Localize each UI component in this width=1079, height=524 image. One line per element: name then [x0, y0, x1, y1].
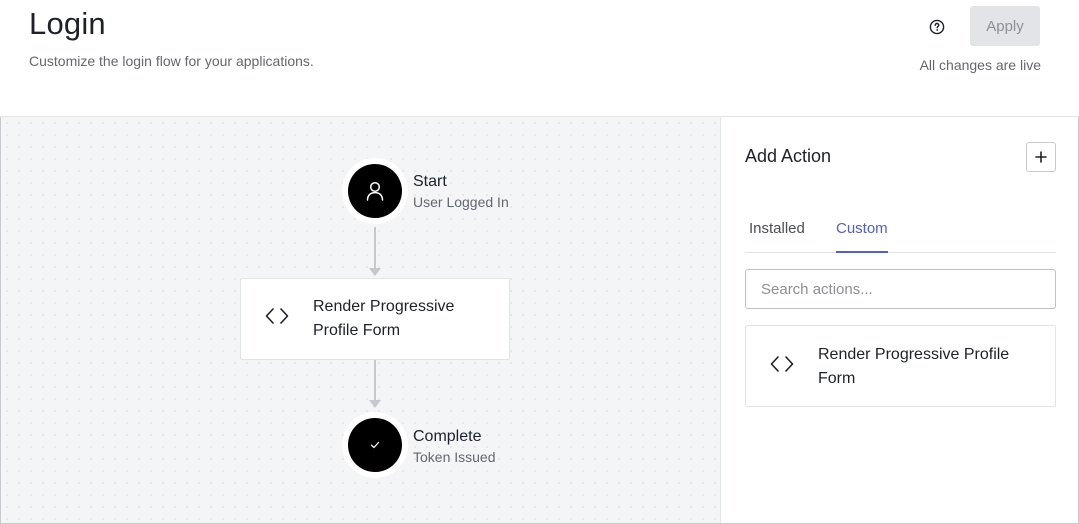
search-actions-input[interactable] — [745, 269, 1056, 309]
live-status-text: All changes are live — [919, 57, 1041, 73]
tab-custom[interactable]: Custom — [836, 220, 888, 253]
add-action-panel: Add Action Installed Custom Render Progr… — [721, 117, 1078, 523]
check-icon — [370, 441, 380, 449]
complete-node-title: Complete — [413, 428, 482, 445]
apply-button[interactable]: Apply — [970, 6, 1040, 46]
arrow-down-icon — [369, 268, 381, 276]
help-circle-icon — [929, 19, 945, 35]
action-list-item-label: Render Progressive Profile Form — [818, 346, 1010, 387]
flow-action-label: Render Progressive Profile Form — [313, 298, 455, 339]
panel-title: Add Action — [745, 146, 832, 166]
page-title: Login — [29, 6, 106, 41]
user-icon — [366, 181, 384, 201]
page-subtitle: Customize the login flow for your applic… — [29, 53, 314, 69]
plus-icon — [1035, 151, 1047, 163]
start-node-title: Start — [413, 173, 447, 190]
start-node[interactable] — [348, 164, 402, 218]
action-list-item[interactable]: Render Progressive Profile Form — [745, 325, 1056, 407]
flow-action-card[interactable]: Render Progressive Profile Form — [240, 278, 510, 360]
flow-canvas[interactable]: Start User Logged In Render Progressive … — [1, 117, 721, 523]
action-tabs: Installed Custom — [745, 217, 1056, 253]
start-node-subtitle: User Logged In — [413, 194, 509, 210]
flow-connector — [374, 227, 376, 269]
complete-node-subtitle: Token Issued — [413, 449, 496, 465]
code-icon — [265, 308, 289, 324]
code-icon — [770, 356, 794, 372]
page-header: Login Customize the login flow for your … — [0, 0, 1079, 117]
help-button[interactable] — [927, 17, 947, 37]
flow-connector — [374, 360, 376, 401]
arrow-down-icon — [369, 400, 381, 408]
add-action-button[interactable] — [1026, 142, 1056, 172]
complete-node[interactable] — [348, 418, 402, 472]
tab-installed[interactable]: Installed — [749, 220, 805, 253]
